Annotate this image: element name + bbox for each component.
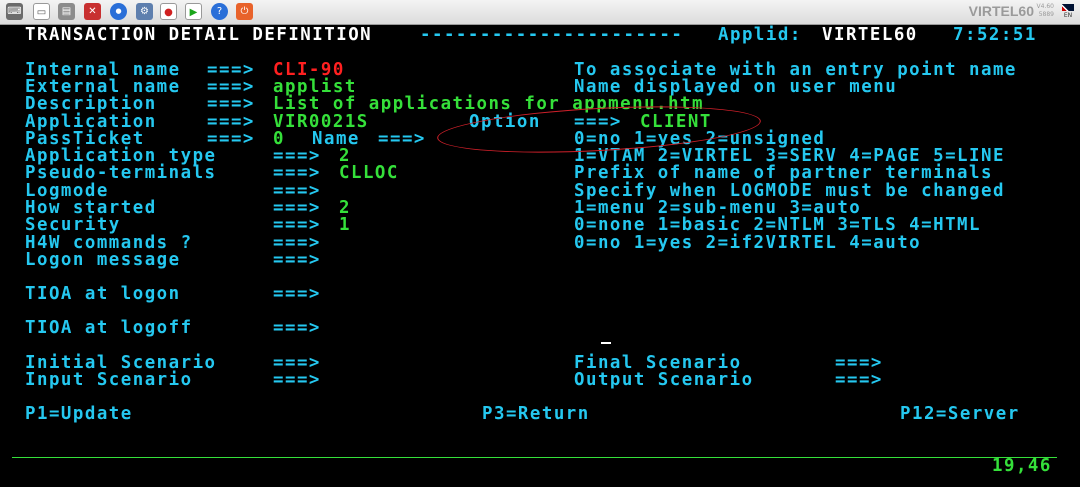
keyboard-icon[interactable]: ⌨ bbox=[6, 3, 23, 20]
applid-value: VIRTEL60 bbox=[822, 25, 918, 45]
emulator-toolbar: ⌨ ▭ ▤ ✕ ● ⚙ ● ▶ ? ⏻ VIRTEL60 V4.60 5889 … bbox=[0, 0, 1080, 25]
input-scenario-label: Input Scenario bbox=[25, 370, 193, 390]
text-cursor bbox=[601, 342, 611, 344]
security-help: 0=none 1=basic 2=NTLM 3=TLS 4=HTML bbox=[574, 215, 981, 235]
tioa-logon-label: TIOA at logon bbox=[25, 284, 181, 304]
cursor-position: 19,46 bbox=[992, 456, 1052, 476]
settings-icon[interactable]: ⚙ bbox=[136, 3, 153, 20]
tioa-logon-arrow: ===> bbox=[273, 284, 321, 304]
language-selector[interactable]: EN bbox=[1062, 4, 1074, 19]
tioa-logoff-arrow: ===> bbox=[273, 318, 321, 338]
tioa-logoff-label: TIOA at logoff bbox=[25, 318, 193, 338]
title-dashes: ---------------------- bbox=[420, 25, 684, 45]
pseudo-terminals-help: Prefix of name of partner terminals bbox=[574, 163, 993, 183]
security-field[interactable]: 1 bbox=[339, 216, 351, 234]
help-icon[interactable]: ? bbox=[211, 3, 228, 20]
version-line-2: 5889 bbox=[1038, 11, 1054, 18]
logon-message-label: Logon message bbox=[25, 250, 181, 270]
output-scenario-arrow: ===> bbox=[835, 370, 883, 390]
page-title: TRANSACTION DETAIL DEFINITION bbox=[25, 25, 373, 45]
security-label: Security bbox=[25, 215, 121, 235]
page-icon[interactable]: ▤ bbox=[58, 3, 75, 20]
description-label: Description bbox=[25, 94, 157, 114]
pf1-update-key[interactable]: P1=Update bbox=[25, 405, 133, 423]
capture-icon[interactable]: ● bbox=[110, 3, 127, 20]
pf12-server-key[interactable]: P12=Server bbox=[900, 405, 1020, 423]
output-scenario-label: Output Scenario bbox=[574, 370, 754, 390]
flag-icon bbox=[1062, 4, 1074, 11]
clipboard-icon[interactable]: ▭ bbox=[33, 3, 50, 20]
logon-message-arrow: ===> bbox=[273, 250, 321, 270]
power-icon[interactable]: ⏻ bbox=[236, 3, 253, 20]
clock: 7:52:51 bbox=[953, 25, 1037, 45]
status-separator bbox=[12, 457, 1057, 458]
disconnect-icon[interactable]: ✕ bbox=[84, 3, 101, 20]
h4w-commands-help: 0=no 1=yes 2=if2VIRTEL 4=auto bbox=[574, 233, 922, 253]
record-icon[interactable]: ● bbox=[160, 3, 177, 20]
version-label: V4.60 5889 bbox=[1037, 3, 1054, 19]
play-icon[interactable]: ▶ bbox=[185, 3, 202, 20]
input-scenario-arrow: ===> bbox=[273, 370, 321, 390]
pseudo-terminals-arrow: ===> bbox=[273, 163, 321, 183]
terminal-screen: TRANSACTION DETAIL DEFINITION ----------… bbox=[0, 24, 1080, 487]
pf3-return-key[interactable]: P3=Return bbox=[482, 405, 590, 423]
pseudo-terminals-field[interactable]: CLLOC bbox=[339, 164, 399, 182]
description-arrow: ===> bbox=[207, 94, 255, 114]
pseudo-terminals-label: Pseudo-terminals bbox=[25, 163, 217, 183]
applid-label: Applid: bbox=[718, 25, 802, 45]
brand-label: VIRTEL60 bbox=[968, 3, 1034, 19]
version-line-1: V4.60 bbox=[1036, 3, 1054, 10]
language-label: EN bbox=[1063, 12, 1073, 19]
passticket-name-arrow: ===> bbox=[378, 129, 426, 149]
security-arrow: ===> bbox=[273, 215, 321, 235]
